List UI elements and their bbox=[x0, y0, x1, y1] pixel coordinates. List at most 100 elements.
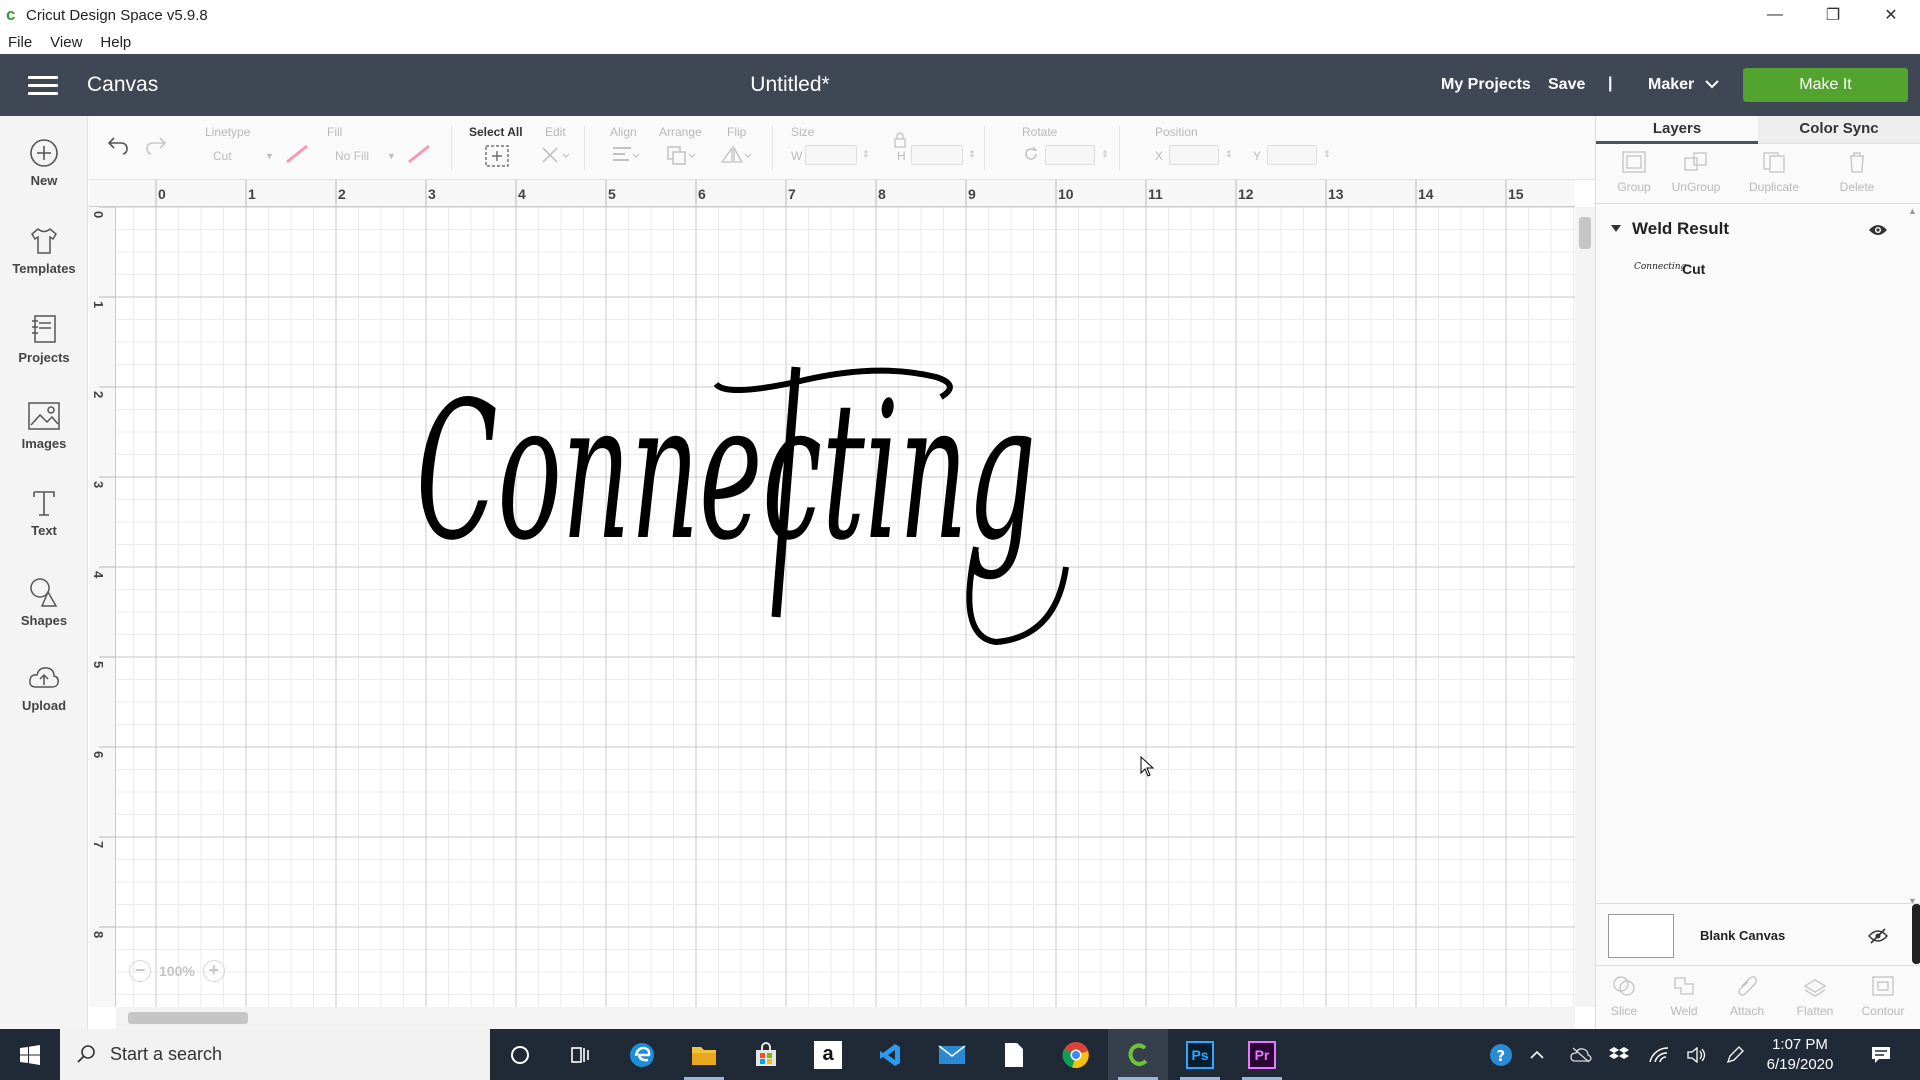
y-stepper-icon[interactable]: ⇕ bbox=[1323, 149, 1331, 160]
blank-canvas-row[interactable]: Blank Canvas bbox=[1596, 903, 1920, 965]
collapse-triangle-icon[interactable] bbox=[1610, 224, 1622, 234]
ruler-top-label: 0 bbox=[158, 186, 166, 202]
cloud-upload-icon bbox=[29, 667, 59, 688]
edit-scissors-icon[interactable] bbox=[539, 144, 571, 166]
x-stepper-icon[interactable]: ⇕ bbox=[1225, 149, 1233, 160]
linetype-color-swatch-icon[interactable] bbox=[285, 144, 309, 164]
width-stepper-icon[interactable]: ⇕ bbox=[862, 149, 870, 160]
flip-icon[interactable] bbox=[719, 144, 753, 166]
fill-select[interactable]: No Fill bbox=[335, 149, 369, 163]
scroll-up-icon[interactable]: ▲ bbox=[1908, 206, 1917, 216]
horizontal-scroll-thumb[interactable] bbox=[128, 1012, 248, 1024]
clock-time: 1:07 PM bbox=[1772, 1036, 1828, 1053]
vertical-scroll-thumb[interactable] bbox=[1579, 217, 1591, 249]
eye-hidden-icon[interactable] bbox=[1868, 928, 1888, 944]
duplicate-button[interactable]: Duplicate bbox=[1734, 150, 1814, 194]
tshirt-icon bbox=[31, 228, 57, 254]
task-view-icon[interactable] bbox=[550, 1029, 610, 1080]
premiere-icon[interactable]: Pr bbox=[1232, 1029, 1292, 1080]
store-icon[interactable] bbox=[736, 1029, 796, 1080]
volume-icon[interactable] bbox=[1682, 1029, 1712, 1080]
align-icon[interactable] bbox=[610, 144, 640, 166]
panel-scrollbar[interactable]: ▲ ▼ bbox=[1907, 206, 1919, 906]
cortana-icon[interactable] bbox=[490, 1029, 550, 1080]
undo-icon[interactable] bbox=[106, 134, 130, 156]
chevron-up-icon[interactable] bbox=[1522, 1029, 1552, 1080]
fill-chevron-icon[interactable]: ▼ bbox=[387, 151, 396, 161]
edge-icon[interactable] bbox=[612, 1029, 672, 1080]
close-button[interactable]: ✕ bbox=[1862, 0, 1920, 30]
layer-group-weld-result[interactable]: Weld Result bbox=[1596, 212, 1920, 246]
ungroup-button[interactable]: UnGroup bbox=[1656, 150, 1736, 194]
cricut-icon[interactable] bbox=[1108, 1029, 1168, 1080]
make-it-button[interactable]: Make It bbox=[1743, 68, 1908, 102]
sidebar-item-new[interactable]: New bbox=[0, 124, 88, 204]
ruler-top-label: 9 bbox=[968, 186, 976, 202]
tab-layers[interactable]: Layers bbox=[1596, 116, 1758, 144]
horizontal-scrollbar[interactable] bbox=[116, 1007, 1575, 1029]
cloud-offline-icon[interactable] bbox=[1566, 1029, 1596, 1080]
vertical-scrollbar[interactable] bbox=[1575, 207, 1595, 1007]
sidebar-item-templates[interactable]: Templates bbox=[0, 212, 88, 292]
flatten-icon bbox=[1803, 979, 1827, 997]
amazon-icon[interactable]: a bbox=[798, 1029, 858, 1080]
sidebar-item-upload[interactable]: Upload bbox=[0, 649, 88, 729]
delete-button[interactable]: Delete bbox=[1817, 150, 1897, 194]
rotate-input[interactable] bbox=[1045, 145, 1095, 165]
redo-icon[interactable] bbox=[144, 134, 168, 156]
machine-select[interactable]: Maker bbox=[1648, 76, 1694, 94]
connecting-design[interactable]: Connecting bbox=[416, 337, 1176, 647]
mail-icon[interactable] bbox=[922, 1029, 982, 1080]
ungroup-icon bbox=[1684, 152, 1707, 171]
maximize-button[interactable]: ❐ bbox=[1804, 0, 1862, 30]
chrome-icon[interactable] bbox=[1046, 1029, 1106, 1080]
file-explorer-icon[interactable] bbox=[674, 1029, 734, 1080]
document-title: Untitled* bbox=[750, 73, 830, 96]
tab-color-sync[interactable]: Color Sync bbox=[1758, 116, 1920, 144]
blank-canvas-swatch[interactable] bbox=[1608, 914, 1674, 958]
help-tray-icon[interactable]: ? bbox=[1484, 1029, 1518, 1080]
arrange-icon[interactable] bbox=[665, 144, 697, 166]
zoom-control: − 100% + bbox=[129, 960, 225, 982]
canvas-grid[interactable]: Connecting bbox=[116, 206, 1575, 1007]
linetype-chevron-icon[interactable]: ▼ bbox=[265, 151, 274, 161]
menu-file[interactable]: File bbox=[0, 34, 42, 51]
height-input[interactable] bbox=[911, 145, 963, 165]
taskbar-search[interactable]: Start a search bbox=[60, 1029, 490, 1080]
lock-icon[interactable] bbox=[893, 132, 907, 148]
eye-icon[interactable] bbox=[1868, 223, 1888, 237]
notification-icon[interactable] bbox=[1864, 1029, 1898, 1080]
select-all-icon[interactable] bbox=[484, 144, 510, 168]
start-button[interactable] bbox=[0, 1029, 60, 1080]
linetype-select[interactable]: Cut bbox=[213, 149, 232, 163]
save-button[interactable]: Save bbox=[1548, 76, 1585, 94]
height-stepper-icon[interactable]: ⇕ bbox=[968, 149, 976, 160]
zoom-in-button[interactable]: + bbox=[202, 960, 225, 982]
contour-button[interactable]: Contour bbox=[1843, 974, 1920, 1018]
zoom-out-button[interactable]: − bbox=[129, 960, 151, 982]
design-canvas[interactable]: 012345678910111213141516 0123456789 Conn… bbox=[89, 180, 1614, 1029]
chevron-down-icon[interactable] bbox=[1705, 77, 1719, 91]
wifi-icon[interactable] bbox=[1644, 1029, 1674, 1080]
pen-icon[interactable] bbox=[1720, 1029, 1750, 1080]
menu-help[interactable]: Help bbox=[92, 34, 141, 51]
rotate-stepper-icon[interactable]: ⇕ bbox=[1101, 149, 1109, 160]
sidebar-item-text[interactable]: Text bbox=[0, 474, 88, 554]
minimize-button[interactable]: — bbox=[1746, 0, 1804, 30]
my-projects-link[interactable]: My Projects bbox=[1441, 76, 1531, 94]
photoshop-icon[interactable]: Ps bbox=[1170, 1029, 1230, 1080]
dropbox-icon[interactable] bbox=[1604, 1029, 1634, 1080]
sidebar-item-images[interactable]: Images bbox=[0, 387, 88, 467]
layer-item[interactable]: Connecting Cut bbox=[1596, 252, 1920, 288]
visual-studio-icon[interactable] bbox=[860, 1029, 920, 1080]
document-icon[interactable] bbox=[984, 1029, 1044, 1080]
x-input[interactable] bbox=[1169, 145, 1219, 165]
menu-view[interactable]: View bbox=[42, 34, 92, 51]
sidebar-item-projects[interactable]: Projects bbox=[0, 299, 88, 379]
width-input[interactable] bbox=[805, 145, 857, 165]
panel-resize-handle[interactable] bbox=[1912, 904, 1920, 964]
y-input[interactable] bbox=[1267, 145, 1317, 165]
fill-color-swatch-icon[interactable] bbox=[407, 144, 431, 164]
sidebar-item-shapes[interactable]: Shapes bbox=[0, 562, 88, 642]
system-clock[interactable]: 1:07 PM 6/19/2020 bbox=[1750, 1035, 1850, 1075]
